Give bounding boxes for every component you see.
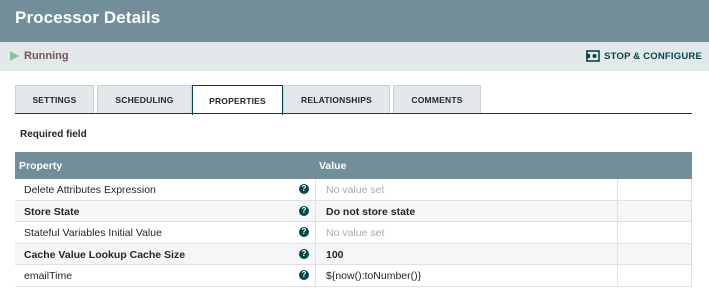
- column-divider: [617, 222, 618, 243]
- table-row[interactable]: Delete Attributes Expression ? No value …: [15, 179, 692, 201]
- property-name: Cache Value Lookup Cache Size: [24, 248, 186, 261]
- column-divider: [315, 222, 316, 243]
- run-status: Running: [10, 49, 69, 63]
- column-divider: [315, 243, 316, 264]
- title-bar: Processor Details: [0, 0, 709, 42]
- status-bar: Running STOP & CONFIGURE: [0, 42, 709, 71]
- row-edge: [691, 200, 692, 221]
- property-name: Delete Attributes Expression: [24, 184, 156, 196]
- window-title: Processor Details: [15, 8, 161, 27]
- tab-settings[interactable]: SETTINGS: [15, 85, 94, 114]
- status-label: Running: [24, 50, 69, 62]
- column-divider: [617, 265, 618, 286]
- row-edge: [691, 265, 692, 286]
- table-row[interactable]: Stateful Variables Initial Value ? No va…: [15, 222, 692, 244]
- row-edge: [691, 222, 692, 243]
- table-row[interactable]: Cache Value Lookup Cache Size ? 100: [15, 243, 692, 265]
- help-icon[interactable]: ?: [299, 248, 309, 259]
- required-field-note: Required field: [20, 129, 87, 140]
- play-icon: [10, 51, 19, 61]
- column-divider: [315, 200, 316, 221]
- column-divider: [617, 243, 618, 264]
- row-edge: [691, 243, 692, 264]
- column-divider: [617, 200, 618, 221]
- properties-table: Property Value Delete Attributes Express…: [15, 152, 692, 287]
- stop-configure-label: STOP & CONFIGURE: [604, 50, 702, 62]
- property-name: Stateful Variables Initial Value: [24, 227, 162, 239]
- tab-scheduling[interactable]: SCHEDULING: [97, 85, 192, 114]
- property-value[interactable]: No value set: [326, 227, 384, 239]
- stop-and-configure-button[interactable]: STOP & CONFIGURE: [586, 50, 702, 62]
- table-header: Property Value: [15, 152, 692, 179]
- help-icon[interactable]: ?: [299, 270, 309, 280]
- column-divider: [315, 265, 316, 286]
- property-value[interactable]: No value set: [326, 184, 384, 196]
- column-divider: [617, 179, 618, 200]
- column-header-value[interactable]: Value: [319, 160, 346, 172]
- help-icon[interactable]: ?: [299, 184, 309, 194]
- table-row[interactable]: Store State ? Do not store state: [15, 200, 692, 222]
- property-value[interactable]: Do not store state: [326, 206, 415, 218]
- stop-configure-icon: [586, 50, 600, 62]
- table-row[interactable]: emailTime ? ${now():toNumber()}: [15, 265, 692, 287]
- tabs-divider: [15, 113, 692, 114]
- tab-relationships[interactable]: RELATIONSHIPS: [283, 85, 390, 114]
- help-icon[interactable]: ?: [299, 227, 309, 237]
- row-edge: [691, 179, 692, 200]
- tab-comments[interactable]: COMMENTS: [393, 85, 481, 114]
- help-icon[interactable]: ?: [299, 205, 309, 216]
- property-value[interactable]: ${now():toNumber()}: [326, 270, 421, 282]
- property-name: emailTime: [24, 270, 73, 282]
- column-divider: [315, 179, 316, 200]
- tab-properties[interactable]: PROPERTIES: [192, 85, 283, 115]
- column-header-property[interactable]: Property: [19, 160, 62, 172]
- property-value[interactable]: 100: [326, 249, 344, 261]
- property-name: Store State: [24, 205, 80, 218]
